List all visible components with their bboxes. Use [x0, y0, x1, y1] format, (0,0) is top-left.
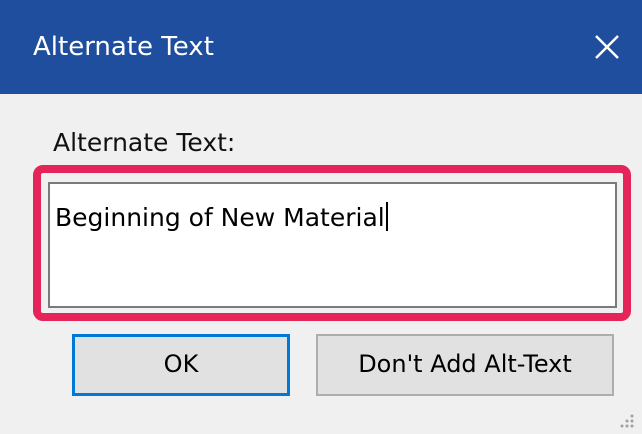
alt-text-input[interactable]: Beginning of New Material	[48, 182, 617, 308]
title-bar: Alternate Text	[0, 0, 642, 94]
close-icon	[595, 35, 619, 59]
close-button[interactable]	[582, 22, 632, 72]
text-caret	[385, 202, 388, 231]
dont-add-alt-text-button[interactable]: Don't Add Alt-Text	[316, 334, 614, 396]
alt-text-value: Beginning of New Material	[55, 203, 385, 232]
resize-grip-icon[interactable]	[616, 410, 636, 430]
alternate-text-dialog: Alternate Text Alternate Text: Beginning…	[0, 0, 642, 434]
dialog-title: Alternate Text	[33, 32, 214, 62]
alt-text-label: Alternate Text:	[53, 128, 236, 157]
ok-button[interactable]: OK	[72, 334, 290, 396]
